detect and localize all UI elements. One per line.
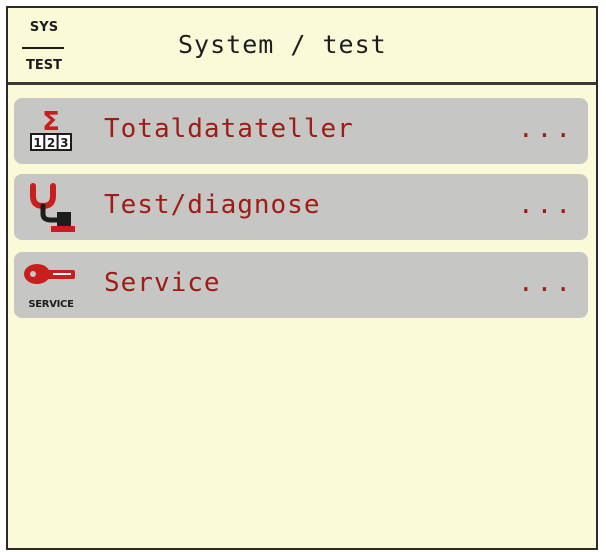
menu-item-label: Service [104,268,221,298]
menu-item-totaldatateller[interactable]: Σ 1 2 3 Totaldatateller ... [14,98,588,164]
sys-badge-divider [22,47,64,49]
sys-badge-top: SYS [29,20,59,35]
menu-item-label: Test/diagnose [104,190,321,220]
more-indicator: ... [518,190,574,220]
sys-badge-bottom: TEST [26,58,62,73]
more-indicator: ... [518,268,574,298]
diagnostics-icon [23,180,79,234]
menu-item-service[interactable]: SERVICE Service ... [14,252,588,318]
svg-text:3: 3 [60,136,68,150]
page-title: System / test [178,30,387,59]
svg-text:Σ: Σ [42,107,60,137]
menu-item-test-diagnose[interactable]: Test/diagnose ... [14,174,588,240]
menu-item-label: Totaldatateller [104,114,354,144]
sum-counter-icon: Σ 1 2 3 [23,104,79,158]
service-key-icon: SERVICE [23,258,79,312]
service-icon-text: SERVICE [28,299,74,310]
more-indicator: ... [518,114,574,144]
svg-text:1: 1 [33,136,41,150]
header: SYS TEST System / test [8,8,596,85]
sys-test-icon: SYS TEST [20,20,68,76]
screen: SYS TEST System / test Σ 1 2 3 Totaldata… [6,6,598,550]
svg-text:2: 2 [47,136,55,150]
